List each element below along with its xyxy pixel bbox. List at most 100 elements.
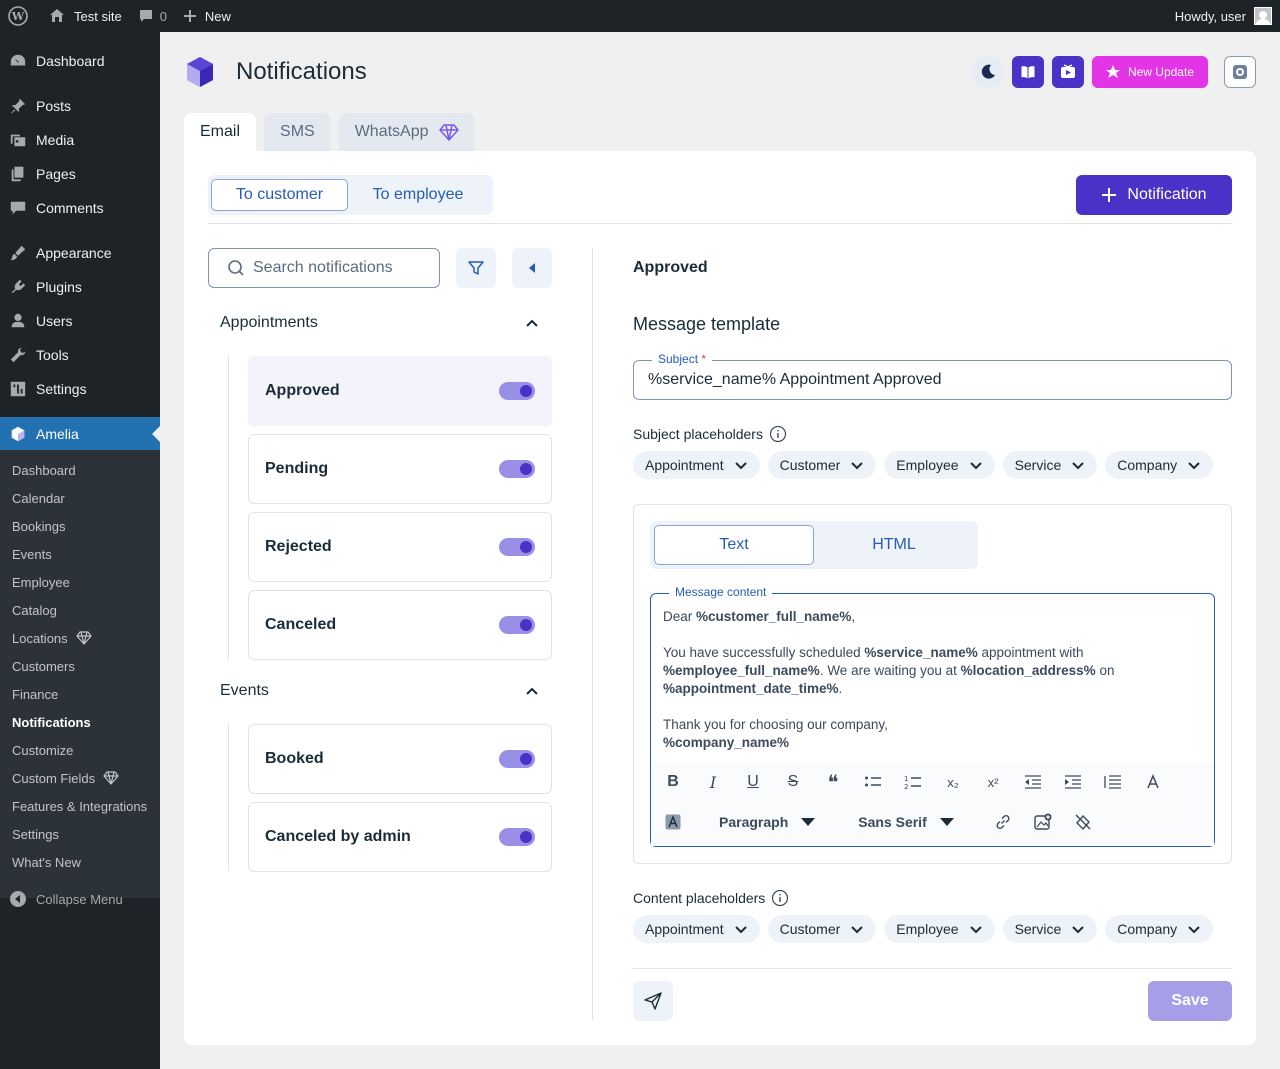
to-employee-button[interactable]: To employee bbox=[348, 179, 488, 211]
superscript-button[interactable]: x² bbox=[973, 762, 1013, 802]
search-input[interactable]: Search notifications bbox=[208, 248, 440, 288]
submenu-locations[interactable]: Locations bbox=[12, 628, 92, 648]
sidebar-item-plugins[interactable]: Plugins bbox=[0, 270, 160, 304]
text-direction-button[interactable] bbox=[1093, 762, 1133, 802]
enable-toggle[interactable] bbox=[499, 616, 535, 634]
submenu-customize[interactable]: Customize bbox=[12, 740, 73, 760]
placeholder-chip-service[interactable]: Service bbox=[1002, 915, 1098, 943]
submenu-custom-fields[interactable]: Custom Fields bbox=[12, 768, 119, 788]
tab-whatsapp[interactable]: WhatsApp bbox=[338, 113, 475, 151]
mode-text-button[interactable]: Text bbox=[654, 525, 814, 565]
sidebar-item-settings[interactable]: Settings bbox=[0, 372, 160, 406]
insert-image-button[interactable] bbox=[1023, 802, 1063, 842]
notification-item-canceled[interactable]: Canceled bbox=[248, 590, 552, 660]
background-color-button[interactable] bbox=[653, 802, 693, 842]
mode-html-button[interactable]: HTML bbox=[814, 525, 974, 565]
bold-button[interactable]: B bbox=[653, 762, 693, 802]
sidebar-item-appearance[interactable]: Appearance bbox=[0, 236, 160, 270]
blockquote-button[interactable]: ❝ bbox=[813, 762, 853, 802]
placeholder-chip-appointment[interactable]: Appointment bbox=[633, 915, 760, 943]
filter-button[interactable] bbox=[456, 248, 496, 288]
numbered-list-button[interactable]: 12 bbox=[893, 762, 933, 802]
new-update-button[interactable]: New Update bbox=[1091, 56, 1208, 88]
sidebar-item-posts[interactable]: Posts bbox=[0, 89, 160, 123]
submenu-notifications[interactable]: Notifications bbox=[12, 712, 91, 732]
enable-toggle[interactable] bbox=[499, 538, 535, 556]
placeholder-chip-company[interactable]: Company bbox=[1105, 451, 1214, 479]
outdent-button[interactable] bbox=[1013, 762, 1053, 802]
submenu-events[interactable]: Events bbox=[12, 544, 52, 564]
notification-item-canceled-by-admin[interactable]: Canceled by admin bbox=[248, 802, 552, 872]
group-events-header[interactable]: Events bbox=[220, 679, 540, 703]
font-select[interactable]: Sans Serif bbox=[858, 802, 954, 842]
wordpress-logo-icon[interactable]: W bbox=[0, 0, 40, 32]
enable-toggle[interactable] bbox=[499, 382, 535, 400]
info-icon[interactable] bbox=[769, 425, 787, 443]
notification-item-booked[interactable]: Booked bbox=[248, 724, 552, 794]
to-customer-button[interactable]: To customer bbox=[211, 179, 348, 211]
notification-item-pending[interactable]: Pending bbox=[248, 434, 552, 504]
message-content-field[interactable]: Message content Dear %customer_full_name… bbox=[650, 585, 1215, 847]
admin-bar: W Test site 0 New Howdy, user bbox=[0, 0, 1280, 32]
sidebar-item-tools[interactable]: Tools bbox=[0, 338, 160, 372]
italic-button[interactable]: I bbox=[693, 762, 733, 802]
placeholder-chip-employee[interactable]: Employee bbox=[884, 915, 995, 943]
underline-button[interactable]: U bbox=[733, 762, 773, 802]
notification-item-approved[interactable]: Approved bbox=[248, 356, 552, 426]
message-body[interactable]: Dear %customer_full_name%, You have succ… bbox=[663, 608, 1203, 770]
submenu-calendar[interactable]: Calendar bbox=[12, 488, 65, 508]
submenu-catalog[interactable]: Catalog bbox=[12, 600, 57, 620]
send-test-button[interactable] bbox=[633, 981, 673, 1021]
my-account[interactable]: Howdy, user bbox=[1175, 0, 1280, 32]
subject-input[interactable]: Subject * %service_name% Appointment App… bbox=[633, 352, 1232, 400]
tab-email[interactable]: Email bbox=[184, 113, 257, 151]
bullet-list-button[interactable] bbox=[853, 762, 893, 802]
submenu-finance[interactable]: Finance bbox=[12, 684, 58, 704]
sidebar-item-media[interactable]: Media bbox=[0, 123, 160, 157]
sidebar-item-comments[interactable]: Comments bbox=[0, 191, 160, 225]
submenu-customers[interactable]: Customers bbox=[12, 656, 75, 676]
placeholder-chip-customer[interactable]: Customer bbox=[767, 451, 877, 479]
new-content-link[interactable]: New bbox=[175, 0, 239, 32]
sidebar-item-dashboard[interactable]: Dashboard bbox=[0, 44, 160, 78]
sidebar-item-users[interactable]: Users bbox=[0, 304, 160, 338]
tab-sms[interactable]: SMS bbox=[264, 113, 331, 151]
submenu-employee[interactable]: Employee bbox=[12, 572, 70, 592]
dark-mode-toggle[interactable] bbox=[971, 56, 1004, 88]
placeholder-chip-company[interactable]: Company bbox=[1105, 915, 1214, 943]
info-icon[interactable] bbox=[771, 889, 789, 907]
submenu-dashboard[interactable]: Dashboard bbox=[12, 460, 76, 480]
enable-toggle[interactable] bbox=[499, 828, 535, 846]
panel-divider bbox=[592, 248, 593, 1020]
collapse-menu-button[interactable]: Collapse Menu bbox=[0, 889, 160, 909]
indent-button[interactable] bbox=[1053, 762, 1093, 802]
submenu-settings[interactable]: Settings bbox=[12, 824, 59, 844]
group-appointments-header[interactable]: Appointments bbox=[220, 311, 540, 335]
placeholder-chip-customer[interactable]: Customer bbox=[767, 915, 877, 943]
subscript-button[interactable]: x₂ bbox=[933, 762, 973, 802]
enable-toggle[interactable] bbox=[499, 460, 535, 478]
sidebar-item-pages[interactable]: Pages bbox=[0, 157, 160, 191]
settings-button[interactable] bbox=[1224, 56, 1256, 88]
link-button[interactable] bbox=[983, 802, 1023, 842]
placeholder-chip-employee[interactable]: Employee bbox=[884, 451, 995, 479]
video-tutorials-button[interactable] bbox=[1051, 56, 1084, 88]
save-button[interactable]: Save bbox=[1148, 981, 1232, 1021]
submenu-whats-new[interactable]: What's New bbox=[12, 852, 81, 872]
add-notification-button[interactable]: Notification bbox=[1076, 175, 1232, 215]
documentation-button[interactable] bbox=[1011, 56, 1044, 88]
submenu-bookings[interactable]: Bookings bbox=[12, 516, 65, 536]
placeholder-chip-appointment[interactable]: Appointment bbox=[633, 451, 760, 479]
site-name-link[interactable]: Test site bbox=[40, 0, 130, 32]
notification-item-rejected[interactable]: Rejected bbox=[248, 512, 552, 582]
collapse-panel-button[interactable] bbox=[512, 248, 552, 288]
clear-formatting-button[interactable] bbox=[1063, 802, 1103, 842]
placeholder-chip-service[interactable]: Service bbox=[1002, 451, 1098, 479]
paragraph-select[interactable]: Paragraph bbox=[719, 802, 816, 842]
sidebar-item-amelia[interactable]: Amelia bbox=[0, 417, 160, 451]
comments-link[interactable]: 0 bbox=[130, 0, 175, 32]
enable-toggle[interactable] bbox=[499, 750, 535, 768]
submenu-features-integrations[interactable]: Features & Integrations bbox=[12, 796, 147, 816]
strikethrough-button[interactable]: S bbox=[773, 762, 813, 802]
text-color-button[interactable] bbox=[1133, 762, 1173, 802]
